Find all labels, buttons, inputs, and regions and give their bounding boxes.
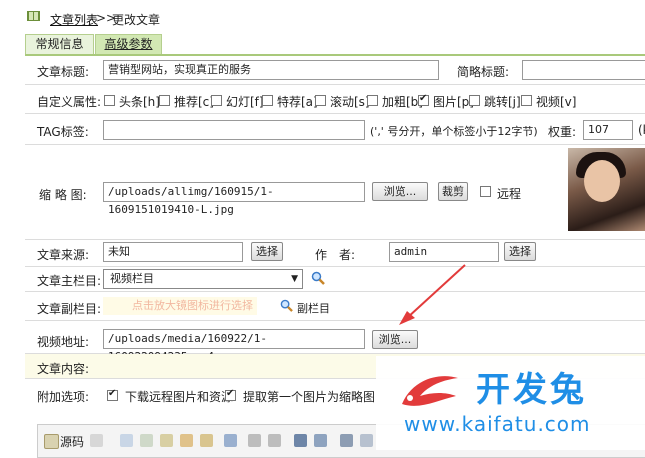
source-input[interactable]: 未知 (103, 242, 243, 262)
title-row: 文章标题: 营销型网站，实现真正的服务 简略标题: (25, 56, 645, 85)
attr-checkbox-c[interactable] (159, 95, 170, 106)
attr-checkbox-b[interactable] (367, 95, 378, 106)
attributes-label: 自定义属性: (37, 95, 102, 109)
attr-checkbox-j[interactable] (469, 95, 480, 106)
attr-label-s: 滚动[s] (330, 95, 370, 109)
source-select-button[interactable]: 选择 (251, 242, 283, 261)
rabbit-logo-icon (402, 376, 458, 406)
find-icon[interactable] (294, 434, 307, 447)
first-image-thumb-label: 提取第一个图片为缩略图 (243, 390, 376, 404)
watermark: 开发兔 www.kaifatu.com (376, 356, 645, 450)
tab-advanced[interactable]: 高级参数 (95, 34, 162, 54)
author-input[interactable]: admin (389, 242, 499, 262)
main-column-value: 视频栏目 (110, 272, 154, 285)
attr-checkbox-s[interactable] (315, 95, 326, 106)
chevron-down-icon: ▼ (291, 274, 298, 284)
video-row: 视频地址: /uploads/media/160922/1-1609220942… (25, 321, 645, 363)
attr-label-p: 图片[p] (433, 95, 474, 109)
document-icon[interactable] (90, 434, 103, 447)
remote-checkbox[interactable] (480, 186, 491, 197)
crop-button[interactable]: 裁剪 (438, 182, 468, 201)
breadcrumb: 文章列表 >> 更改文章 (0, 0, 645, 34)
remote-label: 远程 (497, 187, 522, 201)
attributes-row: 自定义属性: 头条[h] 推荐[c] 幻灯[f] 特荐[a] 滚动[s] 加粗[… (25, 85, 645, 114)
tag-row: TAG标签: (',' 号分开，单个标签小于12字节) 权重: 107 (k (25, 114, 645, 145)
attr-label-v: 视频[v] (536, 95, 577, 109)
sub-column-row: 文章副栏目: 点击放大镜图标进行选择 副栏目 (25, 292, 645, 321)
thumbnail-face (584, 160, 620, 202)
title-input[interactable]: 营销型网站，实现真正的服务 (103, 60, 439, 80)
short-title-input[interactable] (522, 60, 645, 80)
magnifier-icon[interactable] (311, 271, 325, 285)
attr-checkbox-p[interactable] (418, 93, 429, 106)
title-label: 文章标题: (37, 65, 90, 79)
extra-options-label: 附加选项: (37, 390, 90, 404)
undo-icon[interactable] (248, 434, 261, 447)
thumbnail-label: 缩 略 图: (39, 188, 87, 202)
paste-word-icon[interactable] (200, 434, 213, 447)
download-remote-label: 下载远程图片和资源 (125, 390, 234, 404)
attr-checkbox-f[interactable] (211, 95, 222, 106)
cut-icon[interactable] (120, 434, 133, 447)
weight-extra: (k (638, 123, 645, 137)
main-column-select[interactable]: 视频栏目 ▼ (103, 269, 303, 289)
video-browse-button[interactable]: 浏览... (372, 330, 418, 349)
watermark-url: www.kaifatu.com (404, 412, 591, 436)
select-all-icon[interactable] (340, 434, 353, 447)
weight-input[interactable]: 107 (583, 120, 633, 140)
print-icon[interactable] (224, 434, 237, 447)
weight-label: 权重: (548, 125, 577, 139)
attr-checkbox-h[interactable] (104, 95, 115, 106)
video-path-input[interactable]: /uploads/media/160922/1-160922094235.mp4 (103, 329, 365, 363)
tag-hint: (',' 号分开，单个标签小于12字节) (370, 125, 538, 138)
tag-input[interactable] (103, 120, 365, 140)
attr-label-h: 头条[h] (119, 95, 160, 109)
replace-icon[interactable] (314, 434, 327, 447)
copy-icon[interactable] (140, 434, 153, 447)
author-select-button[interactable]: 选择 (504, 242, 536, 261)
attr-label-c: 推荐[c] (174, 95, 214, 109)
magnifier-icon[interactable] (280, 299, 293, 312)
book-icon (27, 11, 40, 21)
content-label: 文章内容: (37, 362, 90, 376)
thumbnail-preview (568, 148, 645, 231)
first-image-thumb-checkbox[interactable] (225, 388, 236, 401)
thumbnail-browse-button[interactable]: 浏览... (372, 182, 428, 201)
attr-label-b: 加粗[b] (382, 95, 423, 109)
attr-checkbox-v[interactable] (521, 95, 532, 106)
sub-column-link[interactable]: 副栏目 (297, 300, 330, 316)
main-column-label: 文章主栏目: (37, 274, 102, 288)
thumbnail-path-input[interactable]: /uploads/allimg/160915/1-1609151019410-L… (103, 182, 365, 216)
article-list-link[interactable]: 文章列表 (50, 11, 98, 28)
redo-icon[interactable] (268, 434, 281, 447)
paste-icon[interactable] (160, 434, 173, 447)
thumbnail-row: 缩 略 图: /uploads/allimg/160915/1-16091510… (25, 145, 645, 240)
main-column-row: 文章主栏目: 视频栏目 ▼ (25, 267, 645, 292)
attr-label-f: 幻灯[f] (226, 95, 264, 109)
source-row: 文章来源: 未知 选择 作 者: admin 选择 (25, 240, 645, 267)
short-title-label: 简略标题: (457, 65, 510, 79)
source-label: 文章来源: (37, 248, 90, 262)
tab-general[interactable]: 常规信息 (25, 34, 94, 54)
annotation-arrow-icon (399, 264, 466, 325)
attr-label-j: 跳转[j] (484, 95, 521, 109)
author-label: 作 者: (315, 248, 356, 262)
attr-checkbox-a[interactable] (262, 95, 273, 106)
breadcrumb-current: 更改文章 (112, 13, 161, 27)
video-label: 视频地址: (37, 335, 90, 349)
sub-column-label: 文章副栏目: (37, 302, 102, 316)
attr-label-a: 特荐[a] (277, 95, 318, 109)
download-remote-checkbox[interactable] (107, 388, 118, 401)
sub-column-hint: 点击放大镜图标进行选择 (103, 297, 257, 315)
source-button[interactable]: 源码 (60, 433, 84, 450)
eraser-icon[interactable] (360, 434, 373, 447)
source-icon (44, 434, 59, 449)
watermark-title: 开发兔 (476, 370, 587, 410)
tag-label: TAG标签: (37, 125, 89, 139)
paste-text-icon[interactable] (180, 434, 193, 447)
